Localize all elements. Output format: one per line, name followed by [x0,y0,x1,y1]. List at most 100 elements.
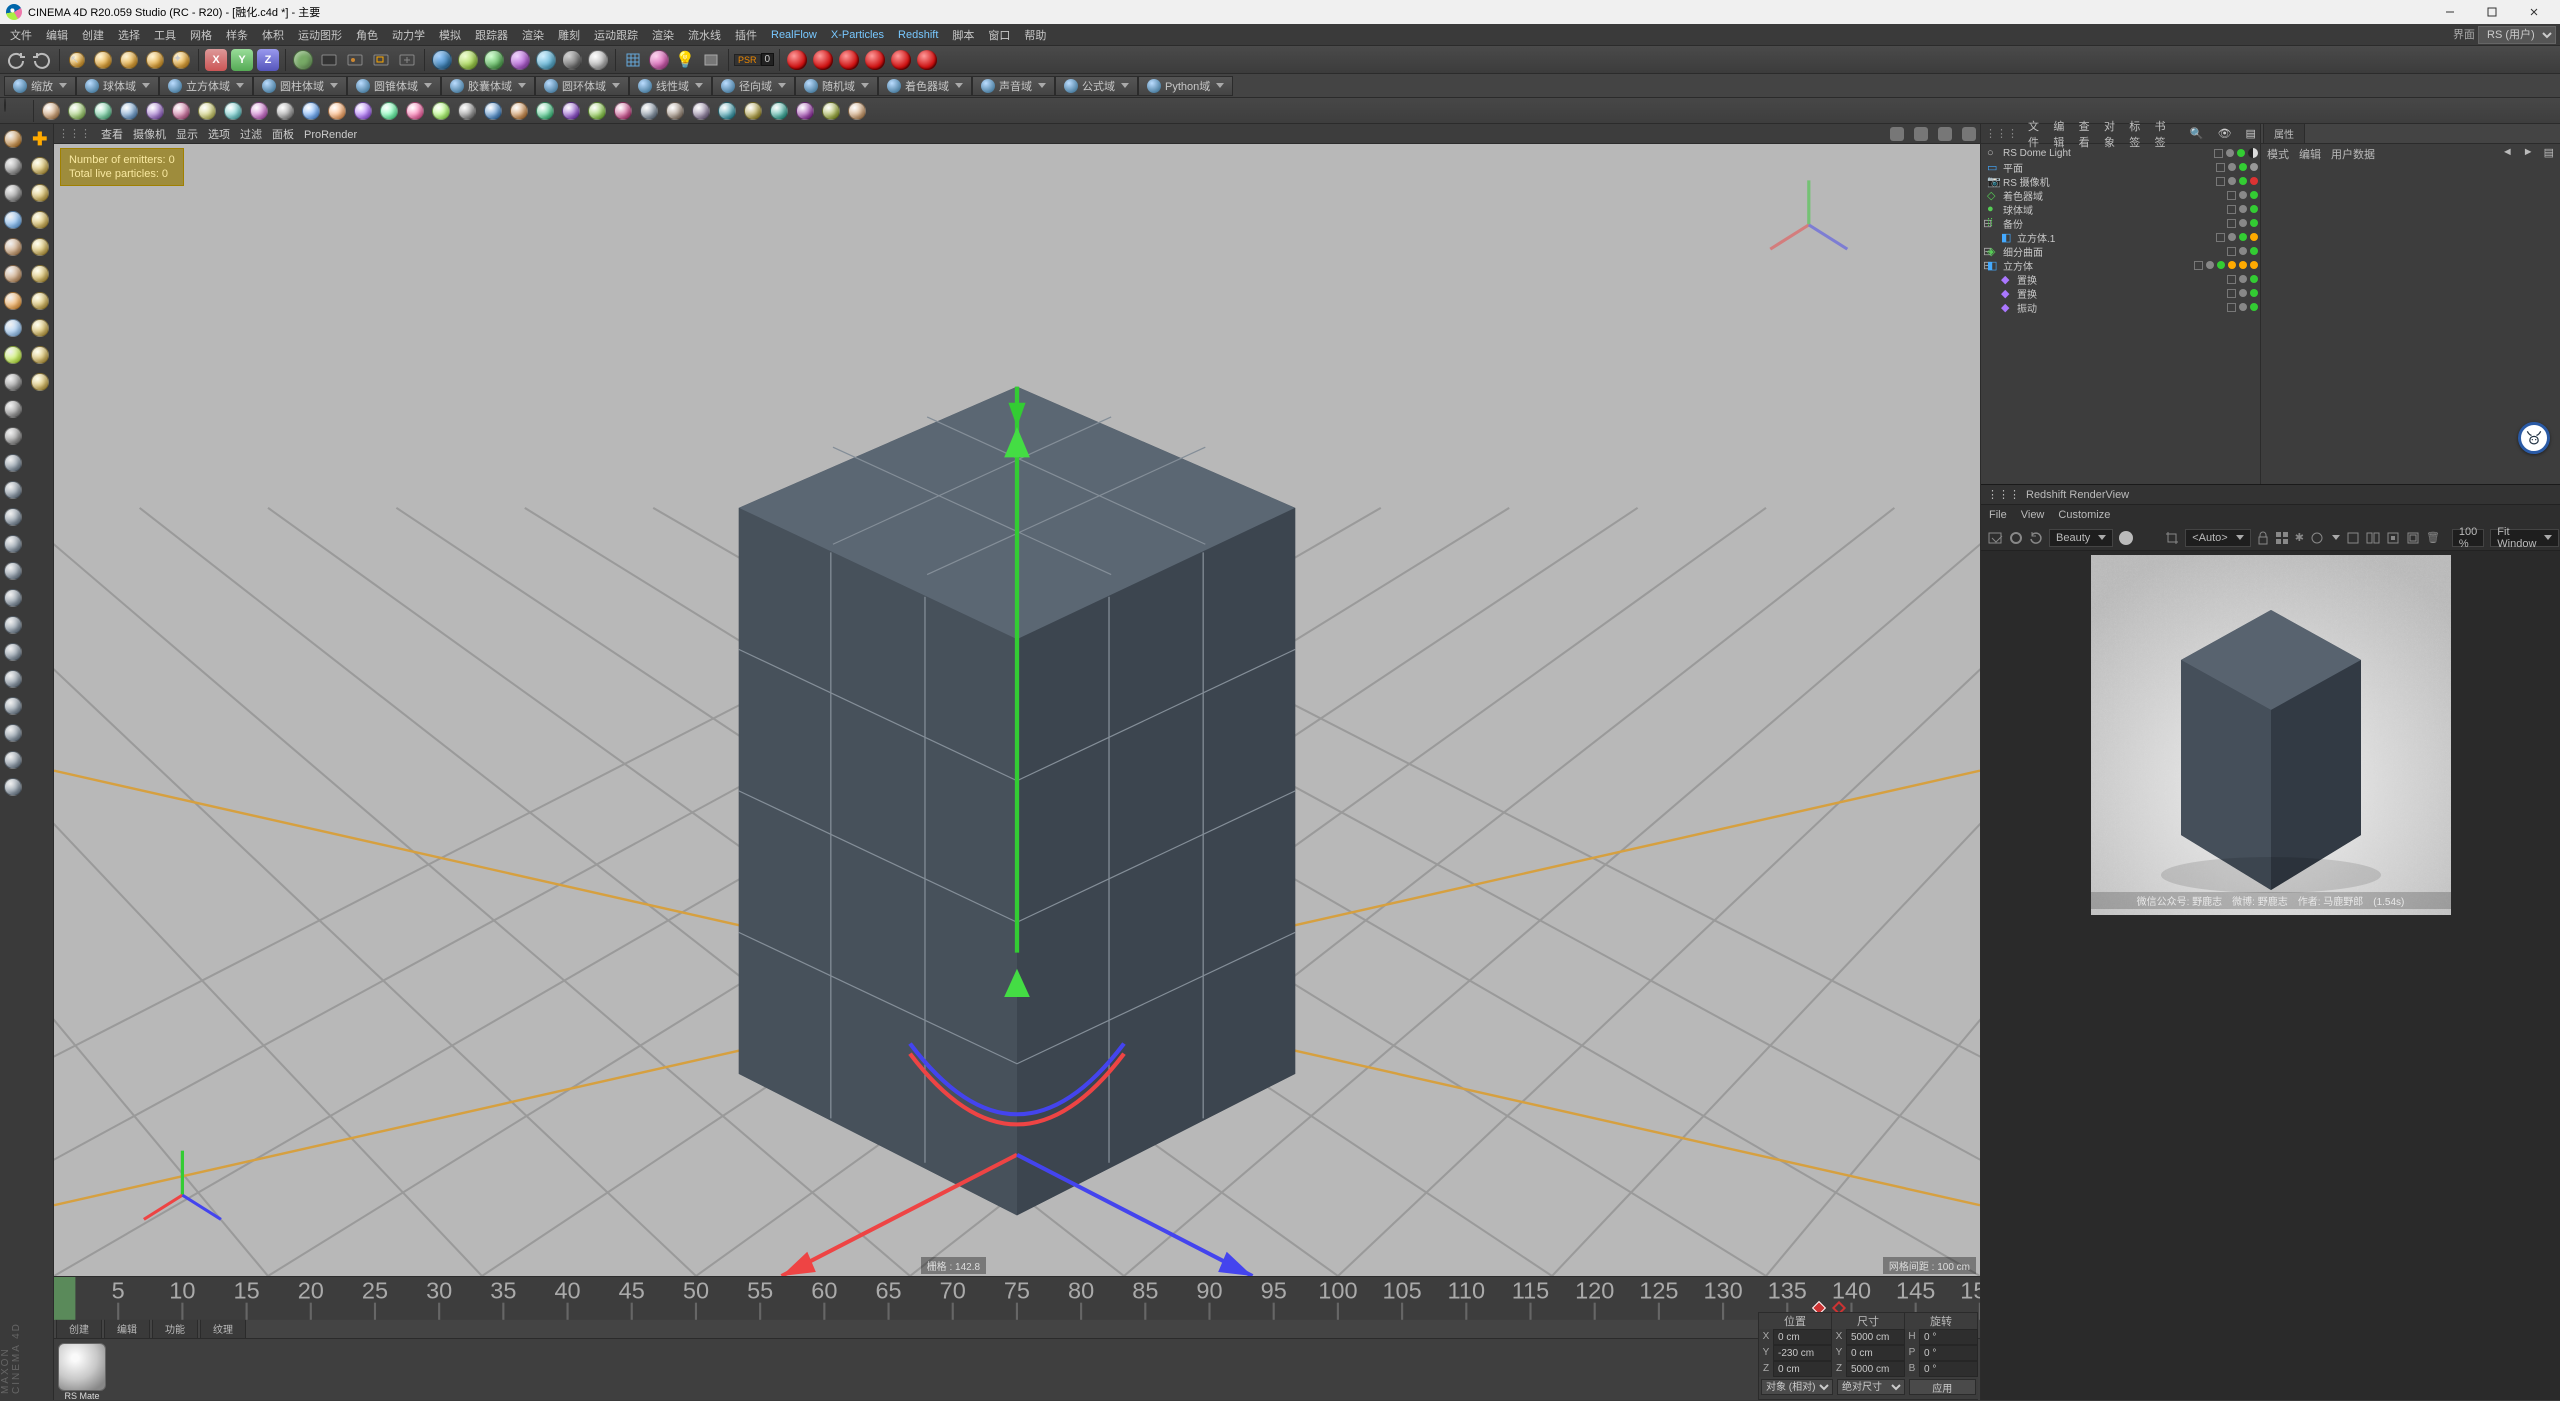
menu-工具[interactable]: 工具 [148,25,182,45]
rs-3-icon[interactable] [837,48,861,72]
tag-icon[interactable] [699,48,723,72]
def-icon-18[interactable] [507,99,531,123]
camera-icon[interactable] [560,48,584,72]
left2-curve-icon[interactable] [28,208,52,232]
menu-雕刻[interactable]: 雕刻 [552,25,586,45]
left2-arrow-icon[interactable] [28,154,52,178]
left2-grid1-icon[interactable] [28,262,52,286]
menu-Redshift[interactable]: Redshift [892,27,944,43]
tree-row[interactable]: ◆振动 [1981,300,2260,314]
def-icon-26[interactable] [715,99,739,123]
vp-nav-1-icon[interactable] [1890,127,1904,141]
rs-render-button[interactable] [1987,528,2003,548]
primitive-cube-icon[interactable] [430,48,454,72]
rs-fit-select[interactable]: Fit Window [2490,529,2559,547]
menu-网格[interactable]: 网格 [184,25,218,45]
generator-icon[interactable] [482,48,506,72]
left-c3-icon[interactable] [1,505,25,529]
def-icon-25[interactable] [689,99,713,123]
menu-文件[interactable]: 文件 [4,25,38,45]
menu-角色[interactable]: 角色 [350,25,384,45]
def-icon-27[interactable] [741,99,765,123]
spline-pen-icon[interactable] [456,48,480,72]
menu-动力学[interactable]: 动力学 [386,25,431,45]
field-5[interactable]: 胶囊体域 [441,76,535,96]
left-wand-icon[interactable] [1,208,25,232]
menu-渲染[interactable]: 渲染 [646,25,680,45]
def-icon-17[interactable] [481,99,505,123]
def-icon-15[interactable] [429,99,453,123]
rotate-tool-icon[interactable] [143,48,167,72]
tree-row[interactable]: ◆置换 [1981,286,2260,300]
tree-row[interactable]: ○RS Dome Light [1981,146,2260,160]
left2-grid4-icon[interactable] [28,343,52,367]
tree-row[interactable]: ◧立方体.1 [1981,230,2260,244]
def-icon-21[interactable] [585,99,609,123]
redo-icon[interactable] [30,48,54,72]
rs-4-icon[interactable] [863,48,887,72]
bulb-icon[interactable]: 💡 [673,48,697,72]
rs-1-icon[interactable] [785,48,809,72]
mat-tab-创建[interactable]: 创建 [56,1318,102,1338]
def-icon-23[interactable] [637,99,661,123]
def-icon-14[interactable] [403,99,427,123]
left-c1-icon[interactable] [1,451,25,475]
left2-dot-icon[interactable] [28,235,52,259]
axis-x-button[interactable]: X [204,48,228,72]
last-tool-icon[interactable]: ✦ [169,48,193,72]
left-help-icon[interactable] [1,127,25,151]
menu-帮助[interactable]: 帮助 [1018,25,1052,45]
def-icon-10[interactable] [299,99,323,123]
viewport[interactable]: Number of emitters: 0 Total live particl… [54,144,1980,1276]
psr-reset[interactable]: PSR0 [734,53,774,66]
vp-nav-2-icon[interactable] [1914,127,1928,141]
menu-创建[interactable]: 创建 [76,25,110,45]
def-icon-3[interactable] [117,99,141,123]
om-filter-icon[interactable]: ▤ [2246,127,2256,140]
vp-nav-4-icon[interactable] [1962,127,1976,141]
material-thumbnail[interactable] [58,1343,106,1391]
attr-用户数据[interactable]: 用户数据 [2331,146,2375,160]
left-cube2-icon[interactable] [1,262,25,286]
left-lasso-icon[interactable] [1,181,25,205]
tree-row[interactable]: ⊟⁞⁞备份 [1981,216,2260,230]
vp-menu-ProRender[interactable]: ProRender [304,129,357,141]
menu-选择[interactable]: 选择 [112,25,146,45]
def-icon-19[interactable] [533,99,557,123]
rs-stop-button[interactable] [2009,528,2023,548]
menu-跟踪器[interactable]: 跟踪器 [469,25,514,45]
left-c11-icon[interactable] [1,721,25,745]
rs-aov-select[interactable]: Beauty [2049,529,2113,547]
field-10[interactable]: 着色器域 [878,76,972,96]
attr-prev-icon[interactable]: ◄ [2502,146,2513,160]
def-icon-29[interactable] [793,99,817,123]
maximize-button[interactable] [2472,0,2512,24]
left-c10-icon[interactable] [1,694,25,718]
menu-窗口[interactable]: 窗口 [982,25,1016,45]
timeline-ruler[interactable]: 0510152025303540455055606570758085909510… [54,1276,1980,1296]
mat-tab-纹理[interactable]: 纹理 [200,1318,246,1338]
left-L-icon[interactable] [1,289,25,313]
coord-apply-button[interactable]: 应用 [1909,1379,1977,1395]
rs-del-icon[interactable]: 🗑 [2426,528,2440,548]
vp-menu-过滤[interactable]: 过滤 [240,129,262,141]
rs-menu-File[interactable]: File [1989,509,2007,521]
attr-模式[interactable]: 模式 [2267,146,2289,160]
vp-menu-面板[interactable]: 面板 [272,129,294,141]
left-c8-icon[interactable] [1,640,25,664]
attr-next-icon[interactable]: ► [2523,146,2534,160]
scale-tool-icon[interactable] [117,48,141,72]
axis-y-button[interactable]: Y [230,48,254,72]
vp-menu-查看[interactable]: 查看 [101,129,123,141]
undo-icon[interactable] [4,48,28,72]
rs-save-icon[interactable] [2346,528,2360,548]
mograph-icon[interactable] [647,48,671,72]
def-icon-20[interactable] [559,99,583,123]
left2-grid3-icon[interactable] [28,316,52,340]
menu-编辑[interactable]: 编辑 [40,25,74,45]
field-11[interactable]: 声音域 [972,76,1055,96]
rs-zoom[interactable]: 100 % [2452,529,2484,547]
select-tool-icon[interactable]: ↖ [65,48,89,72]
def-icon-0[interactable] [39,99,63,123]
grid-icon[interactable] [621,48,645,72]
